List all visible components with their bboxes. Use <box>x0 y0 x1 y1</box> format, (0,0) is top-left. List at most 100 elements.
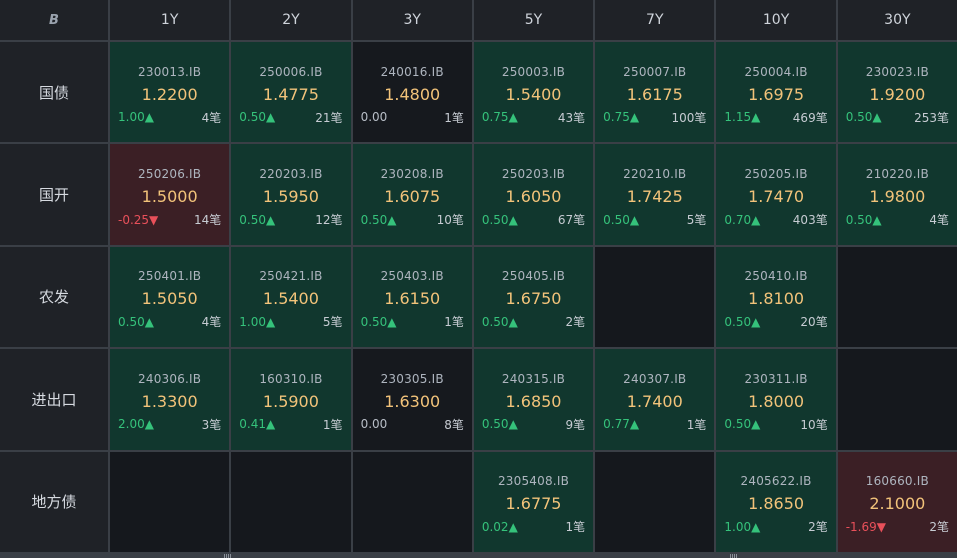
quote-footer: 0.50▲ 1笔 <box>361 313 464 330</box>
quote-cell[interactable]: 250203.IB 1.6050 0.50▲ 67笔 <box>473 144 594 245</box>
bond-yield: 1.5950 <box>262 187 319 207</box>
bond-yield: 1.2200 <box>141 84 198 104</box>
column-header-2y[interactable]: 2Y <box>231 0 351 40</box>
bond-quote-grid: B 1Y 2Y 3Y 5Y 7Y 10Y 30Y 国债 230013.IB 1.2200 1.00▲… <box>0 0 957 558</box>
quote-cell[interactable]: 240315.IB 1.6850 0.50▲ 9笔 <box>473 349 594 450</box>
quote-cell[interactable]: 250405.IB 1.6750 0.50▲ 2笔 <box>473 246 594 348</box>
quote-cell[interactable]: 250007.IB 1.6175 0.75▲ 100笔 <box>595 42 715 143</box>
bond-code: 250004.IB <box>744 64 808 79</box>
column-header-5y[interactable]: 5Y <box>473 0 594 40</box>
bond-code: 250205.IB <box>744 167 808 182</box>
yield-change: 1.00▲ <box>724 519 761 534</box>
corner-logo-icon[interactable]: B <box>0 0 108 40</box>
bond-code: 250203.IB <box>501 167 566 182</box>
bond-code: 250206.IB <box>138 167 202 182</box>
quote-cell[interactable]: 240306.IB 1.3300 2.00▲ 3笔 <box>110 349 230 450</box>
trade-count: 12笔 <box>315 213 343 228</box>
bond-yield: 1.7400 <box>626 391 683 411</box>
quote-footer: 0.50▲ 253笔 <box>846 109 949 126</box>
quote-cell[interactable]: 230023.IB 1.9200 0.50▲ 253笔 <box>837 42 957 143</box>
column-header-1y[interactable]: 1Y <box>110 0 230 40</box>
quote-cell[interactable]: 160660.IB 2.1000 -1.69▼ 2笔 <box>837 451 957 552</box>
quote-cell[interactable]: 230013.IB 1.2200 1.00▲ 4笔 <box>110 42 230 143</box>
bond-yield: 1.3300 <box>141 391 198 411</box>
trade-count: 4笔 <box>929 213 949 228</box>
yield-change: 0.50▲ <box>603 212 640 227</box>
quote-cell[interactable]: 230311.IB 1.8000 0.50▲ 10笔 <box>716 349 836 450</box>
bond-code: 2305408.IB <box>497 474 569 489</box>
quote-cell[interactable]: 250403.IB 1.6150 0.50▲ 1笔 <box>352 246 472 348</box>
quote-cell[interactable]: 240016.IB 1.4800 0.00 1笔 <box>352 42 472 143</box>
yield-change: -0.25▼ <box>118 212 159 227</box>
quote-cell[interactable]: 250205.IB 1.7470 0.70▲ 403笔 <box>716 144 836 245</box>
yield-change: 0.50▲ <box>239 212 276 227</box>
quote-cell[interactable]: 220203.IB 1.5950 0.50▲ 12笔 <box>231 144 351 245</box>
quote-cell[interactable]: 2305408.IB 1.6775 0.02▲ 1笔 <box>473 451 594 552</box>
quote-footer: 0.41▲ 1笔 <box>239 416 342 433</box>
quote-cell[interactable]: 250410.IB 1.8100 0.50▲ 20笔 <box>716 246 836 348</box>
column-resize-handle[interactable] <box>224 554 232 558</box>
row-header: 农发 <box>0 246 108 348</box>
trade-count: 1笔 <box>565 520 586 535</box>
column-header-10y[interactable]: 10Y <box>716 0 836 40</box>
quote-footer: 0.50▲ 67笔 <box>482 211 585 228</box>
quote-cell[interactable]: 250004.IB 1.6975 1.15▲ 469笔 <box>716 42 836 143</box>
trade-count: 43笔 <box>557 110 586 125</box>
trade-count: 403笔 <box>792 213 828 228</box>
yield-change: 1.00▲ <box>239 314 276 329</box>
trade-count: 10笔 <box>436 213 464 228</box>
trade-count: 21笔 <box>315 110 343 125</box>
yield-change: 0.00 <box>360 110 388 125</box>
quote-footer: -1.69▼ 2笔 <box>846 518 949 535</box>
bond-yield: 1.5050 <box>141 289 198 309</box>
quote-footer: 0.50▲ 9笔 <box>482 416 585 433</box>
bond-code: 230311.IB <box>744 371 808 386</box>
quote-footer: 0.77▲ 1笔 <box>603 416 706 433</box>
bond-yield: 1.7425 <box>626 187 683 207</box>
bond-code: 250006.IB <box>259 64 323 79</box>
quote-cell[interactable]: 220210.IB 1.7425 0.50▲ 5笔 <box>595 144 715 245</box>
quote-cell[interactable]: 250003.IB 1.5400 0.75▲ 43笔 <box>473 42 594 143</box>
bond-code: 210220.IB <box>865 167 929 182</box>
yield-change: 0.50▲ <box>724 417 761 432</box>
bond-yield: 1.6075 <box>384 187 441 207</box>
quote-footer: 1.00▲ 5笔 <box>239 313 342 330</box>
column-header-7y[interactable]: 7Y <box>595 0 715 40</box>
quote-cell[interactable]: 230208.IB 1.6075 0.50▲ 10笔 <box>352 144 472 245</box>
bond-yield: 1.9200 <box>869 84 926 104</box>
row-header: 国债 <box>0 42 108 143</box>
column-resize-handle[interactable] <box>730 554 738 558</box>
quote-cell[interactable]: 240307.IB 1.7400 0.77▲ 1笔 <box>595 349 715 450</box>
quote-cell[interactable]: 250421.IB 1.5400 1.00▲ 5笔 <box>231 246 351 348</box>
empty-quote-cell <box>595 246 715 348</box>
quote-footer: 0.75▲ 43笔 <box>482 109 585 126</box>
quote-cell[interactable]: 230305.IB 1.6300 0.00 8笔 <box>352 349 472 450</box>
quote-cell[interactable]: 250006.IB 1.4775 0.50▲ 21笔 <box>231 42 351 143</box>
bond-code: 250403.IB <box>380 269 444 284</box>
trade-count: 8笔 <box>444 417 464 432</box>
yield-change: 0.50▲ <box>360 314 397 329</box>
row-header: 国开 <box>0 144 108 245</box>
yield-change: 0.02▲ <box>481 519 518 534</box>
yield-change: 2.00▲ <box>118 417 154 432</box>
bond-yield: 1.8650 <box>748 494 805 514</box>
yield-change: 1.00▲ <box>118 110 154 125</box>
empty-quote-cell <box>837 349 957 450</box>
quote-cell[interactable]: 250401.IB 1.5050 0.50▲ 4笔 <box>110 246 230 348</box>
quote-footer: 1.00▲ 4笔 <box>118 109 221 126</box>
bond-yield: 1.5000 <box>141 187 198 207</box>
quote-cell[interactable]: 210220.IB 1.9800 0.50▲ 4笔 <box>837 144 957 245</box>
bond-code: 230305.IB <box>380 371 444 386</box>
bond-yield: 1.6150 <box>384 289 441 309</box>
quote-cell[interactable]: 2405622.IB 1.8650 1.00▲ 2笔 <box>716 451 836 552</box>
bond-code: 160660.IB <box>865 474 929 489</box>
yield-change: 0.70▲ <box>724 212 761 227</box>
yield-change: 0.41▲ <box>239 417 276 432</box>
quote-footer: 2.00▲ 3笔 <box>118 416 221 433</box>
quote-cell[interactable]: 250206.IB 1.5000 -0.25▼ 14笔 <box>110 144 230 245</box>
quote-cell[interactable]: 160310.IB 1.5900 0.41▲ 1笔 <box>231 349 351 450</box>
column-header-3y[interactable]: 3Y <box>352 0 472 40</box>
quote-footer: 1.15▲ 469笔 <box>724 109 827 126</box>
column-header-30y[interactable]: 30Y <box>837 0 957 40</box>
trade-count: 14笔 <box>194 213 222 228</box>
